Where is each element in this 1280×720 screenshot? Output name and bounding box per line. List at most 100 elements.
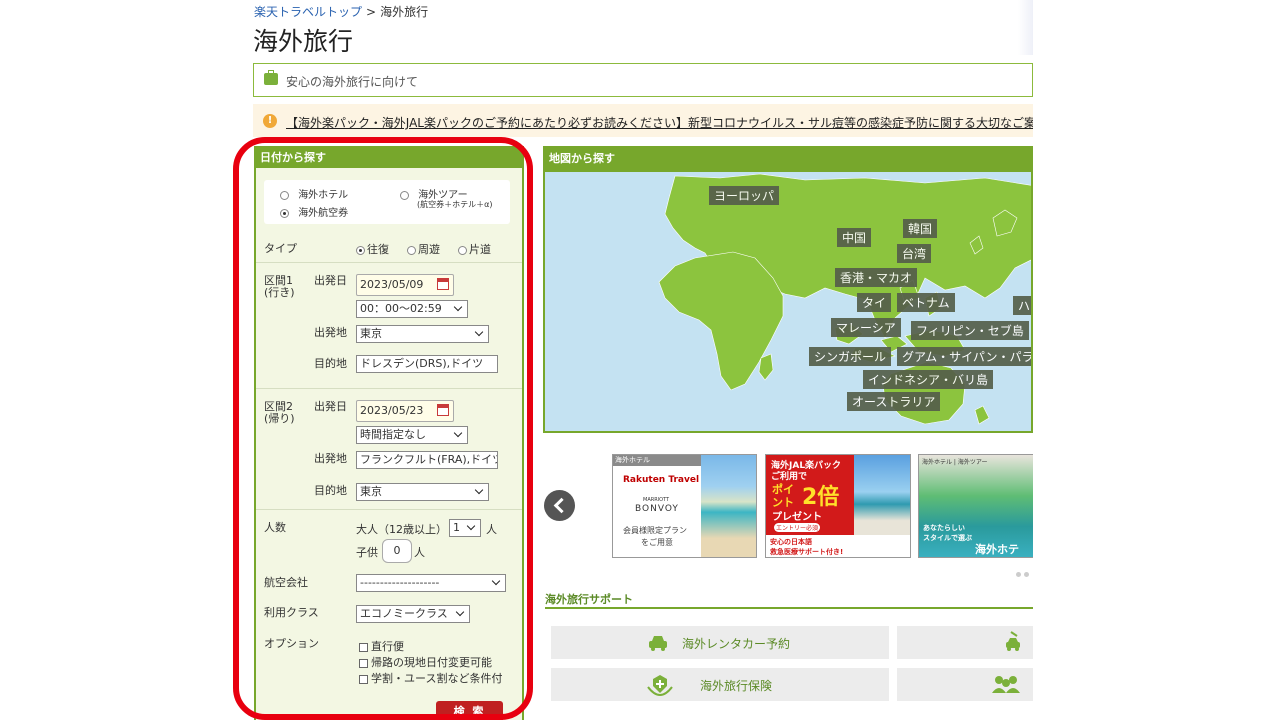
banner-style-big: 海外ホテ xyxy=(975,543,1019,556)
leg1-date-label: 出発日 xyxy=(314,274,347,287)
option-student[interactable]: 学割・ユース割など条件付 xyxy=(359,670,502,686)
checkbox-date-change[interactable] xyxy=(359,658,368,668)
option-nonstop[interactable]: 直行便 xyxy=(359,638,404,654)
cabin-select[interactable]: エコノミークラス xyxy=(356,605,470,623)
region-guam-saipan-palau[interactable]: グアム・サイパン・パラオ xyxy=(897,347,1031,366)
insurance-button[interactable]: 海外旅行保険 xyxy=(551,668,889,701)
region-china[interactable]: 中国 xyxy=(837,228,872,247)
adult-label: 大人（12歳以上） xyxy=(356,523,447,536)
marriott-logo: MARRIOTT xyxy=(643,497,670,503)
region-indonesia-bali[interactable]: インドネシア・バリ島 xyxy=(863,370,994,389)
banner-hotel-line2: をご用意 xyxy=(641,538,673,547)
search-button[interactable]: 検 索 xyxy=(436,701,503,720)
banner-card-hotel[interactable]: 海外ホテル Rakuten Travel MARRIOTT BONVOY 会員様… xyxy=(612,454,757,558)
leg1-from-select[interactable]: 東京 xyxy=(356,325,489,343)
calendar-icon[interactable] xyxy=(437,404,449,416)
option-date-change[interactable]: 帰路の現地日付変更可能 xyxy=(359,654,492,670)
product-type-selector: 海外ホテル 海外航空券 海外ツアー (航空券＋ホテル＋α) xyxy=(264,180,510,224)
adult-count-select[interactable]: 1 xyxy=(449,519,481,537)
notice-bar: ! 【海外楽パック・海外JAL楽パックのご予約にあたり必ずお読みください】新型コ… xyxy=(253,104,1048,137)
radio-multi[interactable] xyxy=(407,245,416,255)
region-malaysia[interactable]: マレーシア xyxy=(831,318,901,337)
chevron-down-icon xyxy=(474,327,484,337)
leg1-date-input[interactable]: 2023/05/09 xyxy=(356,274,454,296)
checkbox-student[interactable] xyxy=(359,674,368,684)
product-option-air[interactable]: 海外航空券 xyxy=(280,204,348,219)
banner-jal-line5: プレゼント xyxy=(772,512,822,523)
page-title: 海外旅行 xyxy=(253,27,354,56)
region-philippines-cebu[interactable]: フィリピン・セブ島 xyxy=(911,321,1029,340)
region-vietnam[interactable]: ベトナム xyxy=(897,293,955,312)
region-hawaii[interactable]: ハ xyxy=(1013,296,1031,315)
leg2-sublabel: (帰り) xyxy=(264,412,295,425)
rental-car-label: 海外レンタカー予約 xyxy=(682,637,791,651)
leg2-time-select[interactable]: 時間指定なし xyxy=(356,426,468,444)
world-map[interactable] xyxy=(545,148,1033,433)
date-search-panel: 日付から探す 海外ホテル 海外航空券 海外ツアー (航空券＋ホテル＋α) タイプ… xyxy=(254,146,524,720)
child-unit: 人 xyxy=(414,546,425,559)
region-singapore[interactable]: シンガポール xyxy=(809,347,892,366)
region-australia[interactable]: オーストラリア xyxy=(847,392,941,411)
chevron-down-icon xyxy=(474,485,484,495)
leg2-to-select[interactable]: 東京 xyxy=(356,483,489,501)
page: 楽天トラベルトップ > 海外旅行 海外旅行 安心の海外旅行に向けて ! 【海外楽パッ… xyxy=(0,0,1280,720)
airline-label: 航空会社 xyxy=(264,576,308,589)
trip-type-label: タイプ xyxy=(264,242,297,255)
product-option-hotel[interactable]: 海外ホテル xyxy=(280,186,348,201)
checkbox-nonstop[interactable] xyxy=(359,642,368,652)
trip-type-multi[interactable]: 周遊 xyxy=(407,241,440,257)
support-title: 海外旅行サポート xyxy=(545,593,633,606)
radio-tour[interactable] xyxy=(400,190,409,200)
banner-hotel-line1: 会員様限定プラン xyxy=(623,526,687,535)
banner-card-style[interactable]: 海外ホテル | 海外ツアー あなたらしい スタイルで選ぶ 海外ホテ xyxy=(918,454,1033,558)
support-button-3[interactable] xyxy=(897,626,1033,659)
date-search-header: 日付から探す xyxy=(256,148,522,168)
chevron-down-icon xyxy=(453,302,463,312)
safety-banner[interactable]: 安心の海外旅行に向けて xyxy=(253,63,1033,97)
leg2-from-input[interactable]: フランクフルト(FRA),ドイツ xyxy=(356,451,498,469)
region-europe[interactable]: ヨーロッパ xyxy=(709,186,780,205)
resort-photo xyxy=(854,455,910,537)
banner-jal-entry: エントリー必須 xyxy=(774,523,821,532)
trip-type-roundtrip[interactable]: 往復 xyxy=(356,241,389,257)
region-korea[interactable]: 韓国 xyxy=(903,219,938,238)
bonvoy-logo: BONVOY xyxy=(635,504,679,514)
support-button-4[interactable] xyxy=(897,668,1033,701)
taxi-icon xyxy=(1006,631,1020,651)
leg1-to-input[interactable]: ドレスデン(DRS),ドイツ xyxy=(356,355,498,373)
child-label: 子供 xyxy=(356,546,378,559)
chevron-down-icon xyxy=(453,428,463,438)
trip-type-oneway[interactable]: 片道 xyxy=(458,241,491,257)
notice-link[interactable]: 【海外楽パック・海外JAL楽パックのご予約にあたり必ずお読みください】新型コロナ… xyxy=(286,114,1048,131)
radio-oneway[interactable] xyxy=(458,245,467,255)
carousel-prev-button[interactable] xyxy=(544,490,575,521)
leg2-date-input[interactable]: 2023/05/23 xyxy=(356,400,454,422)
leg1-time-select[interactable]: 00：00～02:59 xyxy=(356,300,468,318)
chevron-down-icon xyxy=(466,521,476,531)
chevron-down-icon xyxy=(455,607,465,617)
rental-car-button[interactable]: 海外レンタカー予約 xyxy=(551,626,889,659)
info-icon: ! xyxy=(263,114,277,128)
map-search-panel: 地図から探す ヨーロッパ 中国 韓国 台湾 香港・マカオ タイ ベトナム ハ マ… xyxy=(543,146,1033,433)
airline-select[interactable]: -------------------- xyxy=(356,574,506,592)
breadcrumb-home-link[interactable]: 楽天トラベルトップ xyxy=(254,5,362,19)
region-hongkong-macau[interactable]: 香港・マカオ xyxy=(835,268,918,287)
radio-roundtrip[interactable] xyxy=(356,245,365,255)
calendar-icon[interactable] xyxy=(437,278,449,290)
region-thailand[interactable]: タイ xyxy=(857,293,892,312)
breadcrumb-current: 海外旅行 xyxy=(380,5,429,19)
scroll-shade xyxy=(1018,0,1033,55)
divider xyxy=(256,388,522,389)
banner-hotel-text: 海外ホテル Rakuten Travel MARRIOTT BONVOY 会員様… xyxy=(613,455,701,557)
breadcrumb: 楽天トラベルトップ > 海外旅行 xyxy=(254,3,428,20)
leg2-from-label: 出発地 xyxy=(314,452,347,465)
child-count-input[interactable]: 0 xyxy=(382,539,412,563)
region-taiwan[interactable]: 台湾 xyxy=(897,244,932,263)
radio-air[interactable] xyxy=(280,208,289,218)
product-tour-sub: (航空券＋ホテル＋α) xyxy=(417,200,493,209)
banner-card-jal[interactable]: 海外JAL楽パック ご利用で ポイ ント 2倍 プレゼント エントリー必須 安心… xyxy=(765,454,911,558)
radio-hotel[interactable] xyxy=(280,190,289,200)
blank-margin xyxy=(1033,0,1280,720)
carousel-dots[interactable] xyxy=(1016,562,1032,581)
banner-jal-big: 2倍 xyxy=(802,485,840,510)
